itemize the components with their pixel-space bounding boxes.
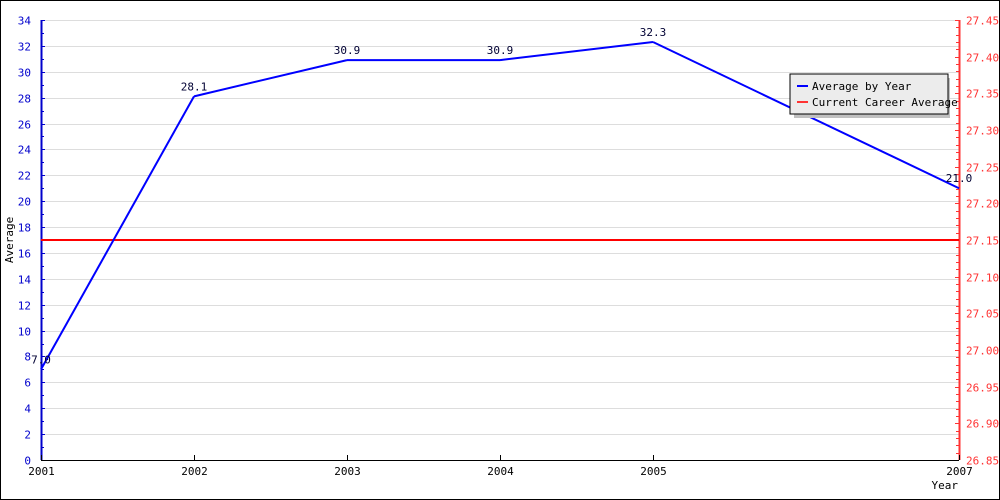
left-tick-label: 26: [18, 119, 31, 132]
data-label: 32.3: [640, 26, 667, 39]
data-label: 30.9: [487, 44, 514, 57]
average-by-year-segment: [499, 41, 654, 62]
left-tick-label: 28: [18, 93, 31, 106]
left-tick-label: 24: [18, 144, 32, 157]
right-tick-label: 26.90: [966, 418, 999, 431]
right-tick-label: 27.35: [966, 88, 999, 101]
x-tick-label: 2007: [946, 465, 973, 478]
right-tick-label: 27.15: [966, 235, 999, 248]
left-tick-label: 30: [18, 67, 31, 80]
data-label: 30.9: [334, 44, 361, 57]
left-tick-label: 16: [18, 248, 31, 261]
right-tick-label: 27.00: [966, 345, 999, 358]
right-tick-label: 27.40: [966, 52, 999, 65]
left-tick-label: 32: [18, 41, 31, 54]
left-tick-label: 34: [18, 15, 32, 28]
right-tick-label: 27.10: [966, 272, 999, 285]
left-tick-label: 2: [24, 429, 31, 442]
legend-label-career-average: Current Career Average: [812, 96, 958, 109]
left-tick-label: 20: [18, 196, 31, 209]
right-tick-label: 27.20: [966, 198, 999, 211]
left-tick-label: 18: [18, 222, 31, 235]
data-label: 28.1: [181, 80, 208, 93]
left-tick-label: 14: [18, 274, 32, 287]
x-tick-label: 2005: [640, 465, 667, 478]
data-label: 21.0: [946, 172, 973, 185]
left-tick-label: 8: [24, 351, 31, 364]
left-tick-label: 22: [18, 170, 31, 183]
legend-label-average-by-year: Average by Year: [812, 80, 912, 93]
right-tick-label: 27.30: [966, 125, 999, 138]
right-tick-label: 27.45: [966, 15, 999, 28]
data-label: 7.0: [31, 353, 51, 366]
left-tick-label: 6: [24, 377, 31, 390]
x-tick-label: 2002: [181, 465, 208, 478]
left-tick-label: 10: [18, 326, 31, 339]
x-tick-label: 2004: [487, 465, 514, 478]
x-tick-label: 2003: [334, 465, 361, 478]
right-tick-label: 27.05: [966, 308, 999, 321]
left-tick-label: 4: [24, 403, 31, 416]
x-axis: 2001 2002 2003 2004 2005 2007: [28, 455, 973, 478]
left-y-axis: 0246810121416182022242628303234: [18, 15, 45, 468]
x-tick-label: 2001: [28, 465, 55, 478]
right-tick-label: 26.95: [966, 382, 999, 395]
right-y-axis: 26.8526.9026.9527.0027.0527.1027.1527.20…: [955, 15, 999, 468]
line-chart: 0246810121416182022242628303234 26.8526.…: [3, 15, 999, 493]
y-axis-title: Average: [3, 217, 16, 263]
average-by-year-segment: [40, 95, 195, 370]
legend: Average by Year Current Career Average: [789, 73, 958, 118]
average-by-year-segment: [193, 59, 348, 98]
left-tick-label: 12: [18, 300, 31, 313]
x-axis-title: Year: [932, 479, 959, 492]
